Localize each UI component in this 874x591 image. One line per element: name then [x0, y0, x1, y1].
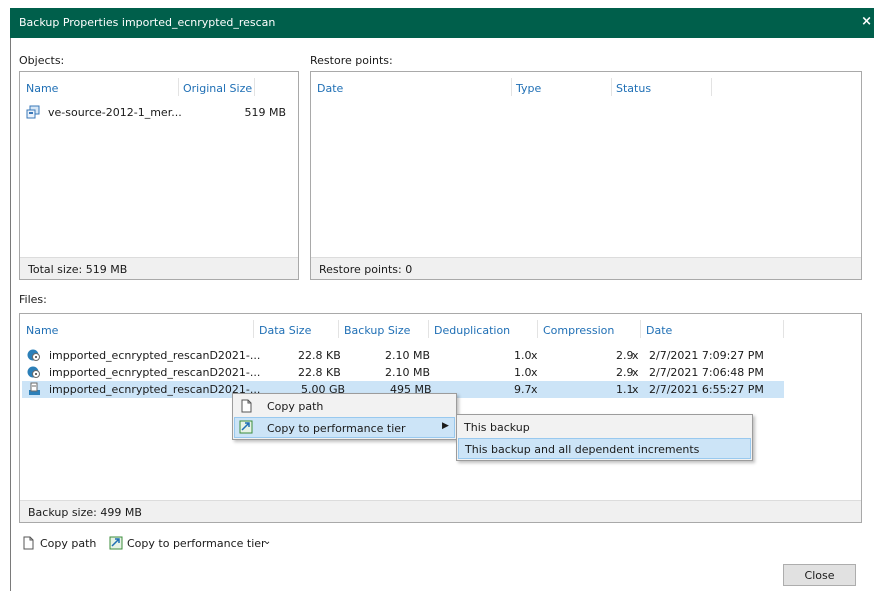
object-original-size: 519 MB — [244, 106, 286, 119]
file-backup-size: 2.10 MB — [385, 366, 431, 379]
menu-item-copy-to-performance-tier[interactable]: Copy to performance tier ▶ — [234, 417, 455, 438]
file-date: 2/7/2021 7:09:27 PM — [649, 349, 764, 362]
files-backup-size-total: Backup size: 499 MB — [28, 506, 142, 519]
file-name: impported_ecnrypted_rescanD2021-... — [49, 366, 261, 379]
restore-col-type[interactable]: Type — [516, 82, 541, 95]
submenu-arrow-icon: ▶ — [442, 421, 449, 431]
performance-tier-icon — [239, 420, 253, 434]
restore-points-panel[interactable]: Date Type Status Restore points: 0 — [310, 71, 862, 280]
copy-path-icon — [241, 399, 252, 413]
file-compression: 1.1 — [616, 383, 634, 396]
restore-col-date[interactable]: Date — [317, 82, 343, 95]
context-menu: Copy path Copy to performance tier ▶ — [232, 393, 457, 440]
objects-total-size: Total size: 519 MB — [28, 263, 128, 276]
submenu: This backup This backup and all dependen… — [456, 414, 753, 461]
object-name: ve-source-2012-1_mer... — [48, 106, 182, 119]
file-name: impported_ecnrypted_rescanD2021-... — [49, 349, 261, 362]
toolbar-copy-path-label: Copy path — [40, 537, 97, 550]
file-data-size: 22.8 KB — [298, 349, 341, 362]
full-backup-icon — [29, 382, 40, 395]
objects-col-name[interactable]: Name — [26, 82, 58, 95]
submenu-item-backup-and-increments[interactable]: This backup and all dependent increments — [458, 438, 751, 459]
performance-tier-icon — [109, 536, 123, 550]
menu-item-label: Copy to performance tier — [267, 422, 406, 435]
file-backup-size: 2.10 MB — [385, 349, 431, 362]
restore-col-status[interactable]: Status — [616, 82, 651, 95]
title-bar: Backup Properties imported_ecnrypted_res… — [10, 8, 874, 38]
objects-footer: Total size: 519 MB — [20, 257, 298, 279]
file-dedup: 1.0 — [514, 349, 532, 362]
file-data-size: 22.8 KB — [298, 366, 341, 379]
file-name: impported_ecnrypted_rescanD2021-... — [49, 383, 261, 396]
files-col-compression[interactable]: Compression — [543, 324, 614, 337]
file-dedup-x: x — [531, 366, 538, 379]
files-col-name[interactable]: Name — [26, 324, 58, 337]
file-compression-x: x — [632, 349, 639, 362]
files-col-deduplication[interactable]: Deduplication — [434, 324, 510, 337]
incremental-backup-icon — [27, 349, 40, 361]
file-compression-x: x — [632, 383, 639, 396]
vm-icon — [26, 105, 40, 119]
objects-col-original-size[interactable]: Original Size — [183, 82, 252, 95]
files-footer: Backup size: 499 MB — [20, 500, 861, 522]
submenu-item-this-backup[interactable]: This backup — [458, 417, 751, 438]
window-close-icon[interactable]: × — [861, 14, 872, 29]
file-compression: 2.9 — [616, 349, 634, 362]
file-date: 2/7/2021 7:06:48 PM — [649, 366, 764, 379]
file-dedup-x: x — [531, 349, 538, 362]
chevron-down-icon: ⌄ — [263, 536, 272, 547]
file-compression-x: x — [632, 366, 639, 379]
files-label: Files: — [19, 293, 47, 306]
window-title: Backup Properties imported_ecnrypted_res… — [19, 16, 276, 29]
file-row[interactable]: impported_ecnrypted_rescanD2021-... 22.8… — [22, 364, 784, 381]
file-date: 2/7/2021 6:55:27 PM — [649, 383, 764, 396]
restore-points-footer: Restore points: 0 — [311, 257, 861, 279]
submenu-item-label: This backup — [464, 421, 530, 434]
menu-item-label: Copy path — [267, 400, 324, 413]
objects-panel[interactable]: Name Original Size ve-source-2012-1_mer.… — [19, 71, 299, 280]
menu-item-copy-path[interactable]: Copy path — [234, 396, 455, 417]
object-row[interactable]: ve-source-2012-1_mer... 519 MB — [26, 104, 286, 120]
file-row[interactable]: impported_ecnrypted_rescanD2021-... 22.8… — [22, 347, 784, 364]
file-dedup: 1.0 — [514, 366, 532, 379]
file-compression: 2.9 — [616, 366, 634, 379]
objects-label: Objects: — [19, 54, 65, 67]
copy-path-icon — [23, 536, 34, 550]
toolbar-copy-to-tier-label: Copy to performance tier — [127, 537, 266, 550]
incremental-backup-icon — [27, 366, 40, 378]
restore-points-count: Restore points: 0 — [319, 263, 413, 276]
restore-points-label: Restore points: — [310, 54, 393, 67]
submenu-item-label: This backup and all dependent increments — [465, 443, 700, 456]
files-col-date[interactable]: Date — [646, 324, 672, 337]
files-col-data-size[interactable]: Data Size — [259, 324, 311, 337]
close-button[interactable]: Close — [783, 564, 856, 586]
files-col-backup-size[interactable]: Backup Size — [344, 324, 410, 337]
file-dedup-x: x — [531, 383, 538, 396]
file-dedup: 9.7 — [514, 383, 532, 396]
